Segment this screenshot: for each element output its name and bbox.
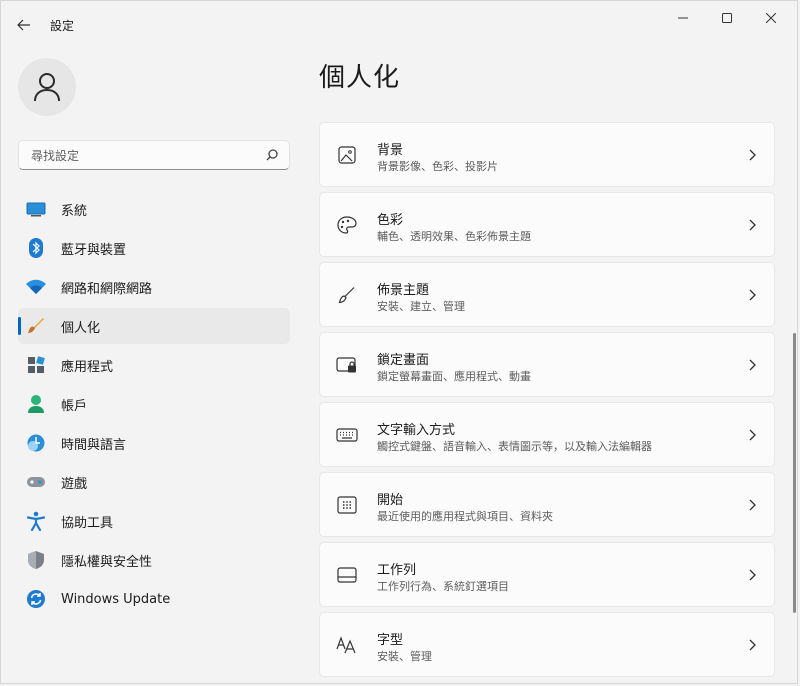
card-description: 最近使用的應用程式與項目、資料夾 [377,510,553,523]
card-lock-screen[interactable]: 鎖定畫面 鎖定螢幕畫面、應用程式、動畫 [319,332,775,397]
sidebar-item-label: 藍牙與裝置 [61,242,127,258]
sidebar-item-system[interactable]: 系統 [18,191,290,227]
card-title: 文字輸入方式 [377,423,456,438]
brush-icon [336,284,358,306]
card-description: 背景影像、色彩、投影片 [377,160,498,173]
card-fonts[interactable]: 字型 安裝、管理 [319,612,775,677]
apps-icon [26,355,46,375]
card-title: 工作列 [377,563,417,578]
card-description: 鎖定螢幕畫面、應用程式、動畫 [377,370,531,383]
sidebar-item-privacy-security[interactable]: 隱私權與安全性 [18,542,290,578]
card-description: 安裝、建立、管理 [377,300,465,313]
sidebar-item-network[interactable]: 網路和網際網路 [18,269,290,305]
chevron-right-icon [746,428,758,442]
search-box[interactable] [18,140,290,170]
card-description: 工作列行為、系統釘選項目 [377,580,509,593]
brush-icon [26,316,46,336]
chevron-right-icon [746,568,758,582]
settings-card-list: 背景 背景影像、色彩、投影片 色彩 輔色、透明效果、色彩佈景主題 佈景主題 安裝… [319,122,775,682]
chevron-right-icon [746,498,758,512]
sidebar-item-label: 系統 [61,203,88,219]
card-text-input[interactable]: 文字輸入方式 觸控式鍵盤、語音輸入、表情圖示等，以及輸入法編輯器 [319,402,775,467]
scrollbar[interactable] [793,333,796,613]
maximize-icon [722,13,732,23]
person-icon [34,73,60,102]
wifi-icon [26,277,46,297]
minimize-button[interactable] [661,5,705,31]
title-bar: 設定 [1,1,797,49]
sidebar-item-accessibility[interactable]: 協助工具 [18,503,290,539]
back-arrow-icon [17,19,30,31]
card-title: 背景 [377,143,404,158]
chevron-right-icon [746,288,758,302]
start-icon [336,494,358,516]
sidebar-item-apps[interactable]: 應用程式 [18,347,290,383]
time-language-icon [26,433,46,453]
sidebar-item-label: 協助工具 [61,515,114,531]
card-title: 鎖定畫面 [377,353,430,368]
sidebar-item-label: Windows Update [61,591,171,607]
sidebar-item-label: 網路和網際網路 [61,281,153,297]
sidebar-item-time-language[interactable]: 時間與語言 [18,425,290,461]
accessibility-icon [26,511,46,531]
user-avatar[interactable] [18,58,76,116]
sidebar-item-bluetooth[interactable]: 藍牙與裝置 [18,230,290,266]
keyboard-icon [336,424,358,446]
sidebar-item-personalization[interactable]: 個人化 [18,308,290,344]
sidebar-item-label: 隱私權與安全性 [61,554,153,570]
search-icon[interactable] [266,149,278,161]
windows-update-icon [26,589,46,609]
back-button[interactable] [11,12,37,38]
image-icon [336,144,358,166]
sidebar-nav: 系統 藍牙與裝置 網路和網際網路 個人化 應用程式 帳戶 時間與語言 遊戲 協助… [18,191,290,620]
sidebar-item-gaming[interactable]: 遊戲 [18,464,290,500]
close-button[interactable] [749,5,793,31]
card-title: 佈景主題 [377,283,430,298]
card-description: 安裝、管理 [377,650,432,663]
page-title: 個人化 [319,63,401,93]
card-title: 開始 [377,493,404,508]
gamepad-icon [26,472,46,492]
settings-window: 設定 系統 [0,0,798,684]
card-background[interactable]: 背景 背景影像、色彩、投影片 [319,122,775,187]
sidebar-item-label: 帳戶 [61,398,88,414]
sidebar-item-label: 遊戲 [61,476,88,492]
palette-icon [336,214,358,236]
chevron-right-icon [746,358,758,372]
chevron-right-icon [746,218,758,232]
sidebar-item-accounts[interactable]: 帳戶 [18,386,290,422]
bluetooth-icon [26,238,46,258]
search-input[interactable] [29,146,253,166]
card-colors[interactable]: 色彩 輔色、透明效果、色彩佈景主題 [319,192,775,257]
card-title: 色彩 [377,213,404,228]
minimize-icon [678,17,688,19]
taskbar-icon [336,564,358,586]
card-themes[interactable]: 佈景主題 安裝、建立、管理 [319,262,775,327]
maximize-button[interactable] [705,5,749,31]
account-icon [26,394,46,414]
chevron-right-icon [746,148,758,162]
card-taskbar[interactable]: 工作列 工作列行為、系統釘選項目 [319,542,775,607]
font-icon [336,634,358,656]
sidebar-item-label: 應用程式 [61,359,114,375]
shield-icon [26,550,46,570]
card-start[interactable]: 開始 最近使用的應用程式與項目、資料夾 [319,472,775,537]
sidebar-item-windows-update[interactable]: Windows Update [18,581,290,617]
lock-screen-icon [336,354,358,376]
chevron-right-icon [746,638,758,652]
close-icon [766,13,776,23]
card-description: 輔色、透明效果、色彩佈景主題 [377,230,531,243]
card-title: 字型 [377,633,404,648]
sidebar-item-label: 個人化 [61,320,101,336]
system-icon [26,199,46,219]
card-description: 觸控式鍵盤、語音輸入、表情圖示等，以及輸入法編輯器 [377,440,652,453]
sidebar-item-label: 時間與語言 [61,437,127,453]
app-title: 設定 [50,19,75,33]
